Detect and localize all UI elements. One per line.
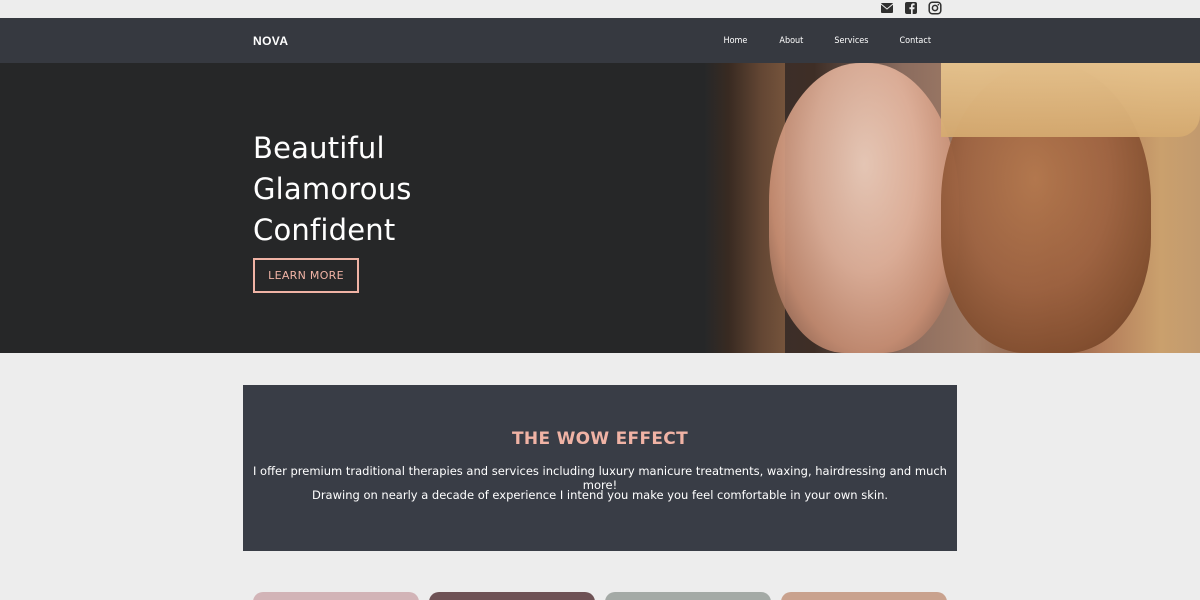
hero-line-3: Confident	[253, 213, 396, 247]
wow-effect-panel: THE WOW EFFECT I offer premium tradition…	[243, 385, 957, 551]
service-card-4[interactable]	[781, 592, 947, 600]
service-cards	[253, 592, 947, 600]
hero-line-2: Glamorous	[253, 172, 412, 206]
navbar: NOVA Home About Services Contact	[0, 18, 1200, 63]
brand-logo[interactable]: NOVA	[253, 34, 288, 48]
hero-photo	[705, 63, 1200, 353]
top-bar	[0, 0, 1200, 18]
envelope-icon[interactable]	[880, 1, 894, 15]
facebook-square-icon[interactable]	[904, 1, 918, 15]
service-card-3[interactable]	[605, 592, 771, 600]
wow-title: THE WOW EFFECT	[512, 429, 688, 449]
learn-more-button[interactable]: LEARN MORE	[253, 258, 359, 293]
nav-contact[interactable]: Contact	[900, 36, 932, 46]
service-card-1[interactable]	[253, 592, 419, 600]
nav-services[interactable]: Services	[834, 36, 868, 46]
service-card-2[interactable]	[429, 592, 595, 600]
nav-home[interactable]: Home	[723, 36, 747, 46]
social-links	[880, 1, 942, 15]
nav-about[interactable]: About	[779, 36, 803, 46]
wow-paragraph-2: Drawing on nearly a decade of experience…	[311, 488, 889, 502]
instagram-icon[interactable]	[928, 1, 942, 15]
hero-headline: Beautiful Glamorous Confident	[253, 128, 412, 251]
hero-photo-face-left	[769, 63, 959, 353]
hero-section	[0, 63, 1200, 353]
main-nav: Home About Services Contact	[723, 36, 931, 46]
hero-photo-hair-right	[941, 63, 1200, 137]
hero-line-1: Beautiful	[253, 131, 385, 165]
